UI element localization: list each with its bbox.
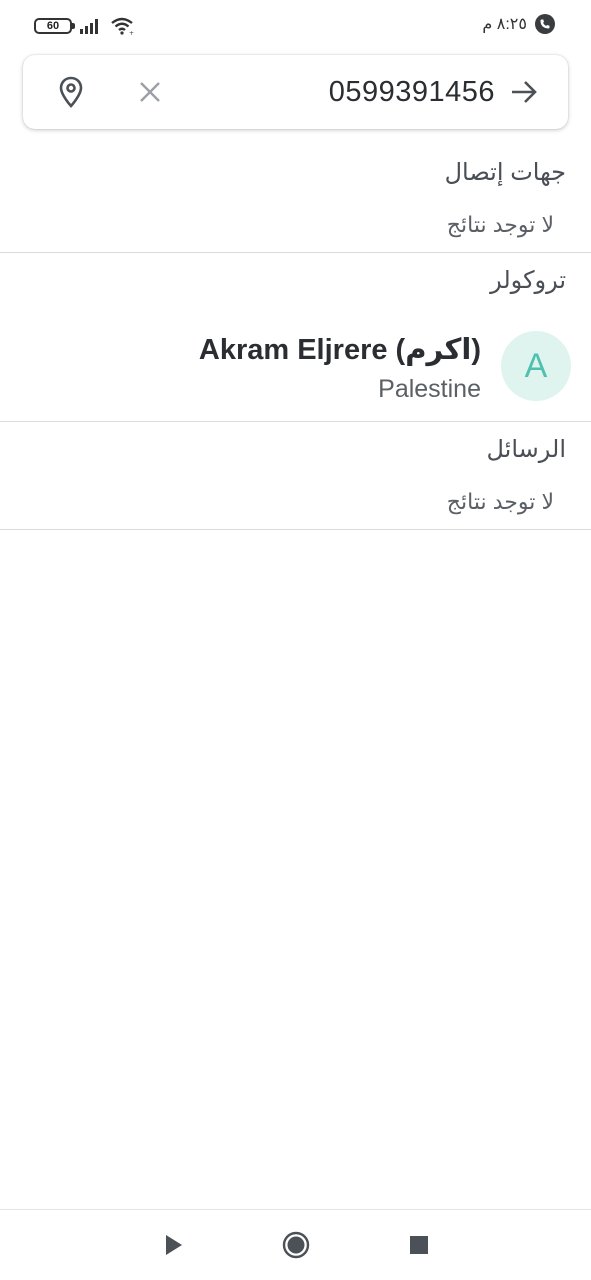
nav-home-button[interactable] — [274, 1223, 318, 1267]
section-title-messages: الرسائل — [486, 436, 567, 463]
divider — [0, 529, 591, 530]
search-bar — [23, 55, 568, 129]
signal-icon — [80, 19, 98, 34]
contacts-no-results: لا توجد نتائج — [446, 212, 554, 237]
section-title-truecaller: تروكولر — [490, 267, 566, 294]
nav-recents-button[interactable] — [397, 1223, 441, 1267]
play-icon — [166, 1235, 182, 1255]
location-button[interactable] — [49, 70, 93, 114]
status-time: ٨:٢٥ م — [482, 16, 527, 33]
location-pin-icon — [59, 76, 83, 108]
messages-no-results: لا توجد نتائج — [446, 489, 554, 514]
status-left: 60 + — [34, 17, 134, 35]
section-title-contacts: جهات إتصال — [444, 159, 566, 186]
phone-call-icon — [535, 14, 555, 34]
svg-text:+: + — [129, 30, 134, 35]
home-circle-icon — [282, 1231, 310, 1259]
contact-name: Akram Eljrere (اكرم) — [198, 334, 481, 366]
battery-icon: 60 — [34, 18, 75, 34]
clear-button[interactable] — [128, 70, 172, 114]
nav-back-button[interactable] — [152, 1223, 196, 1267]
stop-square-icon — [410, 1236, 428, 1254]
contact-country: Palestine — [378, 375, 481, 403]
search-input[interactable] — [193, 72, 495, 112]
avatar: A — [501, 331, 571, 401]
divider — [0, 252, 591, 253]
truecaller-result-row[interactable]: A Akram Eljrere (اكرم) Palestine — [0, 322, 591, 414]
close-icon — [140, 82, 160, 102]
wifi-icon: + — [111, 17, 134, 35]
divider — [0, 421, 591, 422]
status-bar: 60 + ٨:٢٥ م — [0, 0, 591, 52]
navigation-bar — [0, 1209, 591, 1280]
search-submit-button[interactable] — [502, 70, 546, 114]
arrow-forward-icon — [512, 81, 537, 103]
status-right: ٨:٢٥ م — [482, 14, 555, 34]
